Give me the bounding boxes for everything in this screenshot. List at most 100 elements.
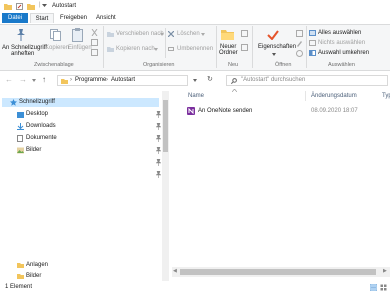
nav-quick-access-label: Schnellzugriff [19,99,55,105]
download-icon [17,123,24,130]
file-row[interactable]: An OneNote senden 08.09.2020 18:07 [185,107,385,116]
address-box[interactable]: › Programme › Autostart [57,75,188,86]
column-header-name[interactable]: Name [188,93,204,100]
copy-path-icon[interactable] [91,39,98,46]
properties-button[interactable]: Eigenschaften [256,27,297,59]
document-icon [17,135,23,142]
nav-item-label: Bilder [26,147,42,153]
select-none-button[interactable]: Nichts auswählen [309,39,375,48]
move-to-icon [107,32,114,37]
item-count: 1 Element [5,284,33,290]
scroll-left-icon[interactable]: ◀ [173,268,177,275]
column-header-type[interactable]: Typ [382,93,390,100]
cut-icon[interactable] [91,29,98,36]
nav-quick-access[interactable]: Schnellzugriff [4,99,104,107]
search-input[interactable]: "Autostart" durchsuchen [226,75,388,86]
nav-item-desktop[interactable]: Desktop [14,111,164,119]
folder-icon [4,4,12,10]
search-icon [231,78,237,84]
column-header-date[interactable]: Änderungsdatum [311,93,357,100]
chevron-down-icon [201,33,205,36]
copy-button[interactable]: Kopieren [45,27,69,55]
tab-datei[interactable]: Datei [2,13,28,23]
select-all-label: Alles auswählen [318,30,362,36]
new-item-icon[interactable] [241,30,248,37]
large-icons-view-icon[interactable] [380,284,387,291]
pin-icon[interactable] [156,147,161,154]
pin-label-line2: anheften [11,51,35,57]
tab-ansicht[interactable]: Ansicht [92,13,120,23]
breadcrumb-autostart[interactable]: Autostart [111,77,135,84]
forward-arrow-icon[interactable]: → [19,76,27,84]
customize-toolbar-icon[interactable] [42,4,47,8]
close-icon [168,31,174,37]
paste-shortcut-icon[interactable] [91,49,98,56]
group-label-clipboard: Zwischenablage [34,62,74,68]
details-view-icon[interactable] [370,284,377,291]
breadcrumb-separator-icon[interactable]: › [70,77,72,84]
nav-item-attachments[interactable]: Anlagen [14,262,114,270]
copy-to-button[interactable]: Kopieren nach [107,45,159,54]
invert-selection-label: Auswahl umkehren [318,50,370,56]
rename-icon [168,47,174,51]
recent-locations-chevron-icon[interactable] [32,79,36,82]
select-all-button[interactable]: Alles auswählen [309,29,375,38]
properties-quick-icon[interactable] [16,3,23,10]
rename-label: Umbenennen [177,46,214,52]
pin-icon[interactable] [156,159,161,166]
move-to-label: Verschieben nach [116,31,164,37]
desktop-icon [17,112,24,118]
nav-item-label: Dokumente [26,135,57,141]
tab-start[interactable]: Start [30,13,54,23]
select-all-icon [309,30,316,36]
move-to-button[interactable]: Verschieben nach [107,30,164,39]
copy-icon [50,29,61,41]
file-name: An OneNote senden [198,108,253,114]
breadcrumb-programme[interactable]: Programme [75,77,106,84]
edit-icon[interactable] [296,40,303,47]
pin-icon[interactable] [156,111,161,118]
scroll-right-icon[interactable]: ▶ [383,268,387,275]
chevron-down-icon [272,53,276,56]
nav-item-pictures-folder[interactable]: Bilder [14,273,114,281]
pin-icon[interactable] [156,123,161,130]
delete-button[interactable]: Löschen [168,30,208,39]
up-arrow-icon[interactable]: ↑ [42,76,46,84]
horizontal-scrollbar-thumb[interactable] [180,269,376,275]
title-bar: | Autostart [0,0,390,12]
history-icon[interactable] [296,50,303,57]
easy-access-icon[interactable] [241,44,248,51]
invert-selection-button[interactable]: Auswahl umkehren [309,49,375,58]
group-label-open: Öffnen [275,62,292,68]
back-arrow-icon[interactable]: ← [5,76,13,84]
address-dropdown-chevron-icon[interactable] [193,79,197,82]
nav-item-pictures[interactable]: Bilder [14,147,164,155]
paste-button[interactable]: Einfügen [68,27,92,55]
status-bar: 1 Element [0,281,390,294]
folder-icon [17,263,24,268]
navigation-pane [0,91,170,281]
ribbon-group-divider [252,26,253,68]
pin-icon[interactable] [156,135,161,142]
column-divider[interactable] [305,91,306,101]
open-icon[interactable] [296,30,303,37]
folder-icon [17,274,24,279]
refresh-icon[interactable]: ↻ [207,76,213,83]
star-icon [10,99,17,106]
new-folder-quick-icon[interactable] [27,3,35,10]
breadcrumb-separator-icon[interactable]: › [106,77,108,84]
nav-item-documents[interactable]: Dokumente [14,135,164,143]
nav-item-downloads[interactable]: Downloads [14,123,164,131]
window-title: Autostart [52,3,77,9]
select-none-icon [309,40,316,46]
rename-button[interactable]: Umbenennen [168,45,214,54]
pictures-icon [17,147,24,154]
properties-label: Eigenschaften [258,44,297,50]
pin-quick-access-button[interactable]: An Schnellzugriff anheften [2,27,47,61]
tab-freigeben[interactable]: Freigeben [56,13,91,23]
pin-icon[interactable] [156,171,161,178]
invert-selection-icon [309,50,316,56]
group-label-new: Neu [228,62,239,68]
new-folder-button[interactable]: Neuer Ordner [218,27,238,59]
nav-scrollbar-thumb[interactable] [163,100,168,152]
